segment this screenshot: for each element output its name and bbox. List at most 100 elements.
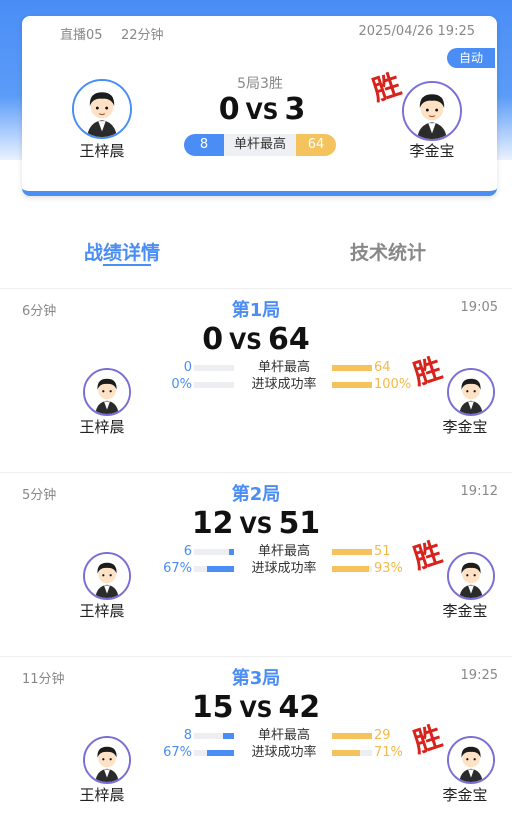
stat-left-value: 67% (163, 561, 192, 576)
player-right-name: 李金宝 (442, 602, 488, 620)
avatar-right[interactable] (447, 368, 495, 416)
stat-right-bar (332, 750, 372, 756)
stat-row: 0 单杆最高 64 (160, 360, 420, 376)
game-card[interactable]: 6分钟 第1局 19:05 0 VS 64 0 单杆最高 64 0% 进球成功率 1… (0, 288, 512, 472)
vs-label: VS (245, 100, 279, 125)
game-score-left: 12 (191, 506, 234, 541)
stat-row: 8 单杆最高 29 (160, 728, 420, 744)
avatar-left[interactable] (83, 368, 131, 416)
highest-break-bar: 8 单杆最高 64 (184, 134, 336, 156)
player-avatar-icon (85, 370, 129, 414)
stat-left-bar (194, 733, 234, 739)
stat-left-bar (194, 750, 234, 756)
vs-label: VS (239, 514, 273, 539)
game-card[interactable]: 11分钟 第3局 19:25 15 VS 42 8 单杆最高 29 67% 进球成功… (0, 656, 512, 815)
stat-row: 6 单杆最高 51 (160, 544, 420, 560)
match-score: 0 VS 3 (182, 92, 342, 127)
stat-right-value: 100% (374, 377, 412, 392)
game-score: 15 VS 42 (156, 690, 356, 725)
match-datetime: 2025/04/26 19:25 (358, 24, 475, 39)
channel-label: 直播05 (60, 28, 103, 43)
game-score-left: 0 (202, 322, 224, 357)
stat-left-value: 8 (183, 728, 192, 743)
player-avatar-icon (449, 370, 493, 414)
stat-right-fill (332, 566, 370, 572)
game-score-right: 42 (278, 690, 321, 725)
stat-right-fill (332, 750, 361, 756)
game-score: 0 VS 64 (156, 322, 356, 357)
stat-left-value: 0 (183, 360, 192, 375)
stat-right-fill (332, 733, 372, 739)
score-right: 3 (284, 92, 306, 127)
player-avatar-icon (449, 738, 493, 782)
tab-active-indicator (103, 264, 151, 266)
stat-label: 单杆最高 (257, 728, 310, 743)
avatar-right[interactable] (447, 552, 495, 600)
avatar-right[interactable] (447, 736, 495, 784)
highest-label: 单杆最高 (224, 134, 296, 156)
highest-left: 8 (184, 134, 224, 156)
player-left-name: 王梓晨 (79, 602, 125, 620)
stat-right-bar (332, 733, 372, 739)
highest-right: 64 (296, 134, 336, 156)
game-score-left: 15 (191, 690, 234, 725)
player-avatar-icon (85, 738, 129, 782)
stat-left-value: 67% (163, 745, 192, 760)
game-score-right: 64 (268, 322, 310, 357)
stat-right-value: 93% (374, 561, 403, 576)
stat-label: 进球成功率 (251, 745, 317, 760)
win-badge: 胜 (368, 67, 405, 108)
game-title: 第2局 (231, 484, 281, 505)
stat-left-bar (194, 566, 234, 572)
player-avatar-icon (74, 81, 130, 137)
stat-left-value: 6 (183, 544, 192, 559)
stat-left-fill (207, 566, 234, 572)
stat-row: 67% 进球成功率 93% (160, 561, 420, 577)
stat-right-fill (332, 382, 372, 388)
player-right-name: 李金宝 (442, 418, 488, 436)
game-score: 12 VS 51 (156, 506, 356, 541)
game-title: 第3局 (231, 668, 281, 689)
match-duration: 22分钟 (121, 28, 164, 43)
stat-left-bar (194, 365, 234, 371)
player-left-name: 王梓晨 (79, 142, 125, 160)
player-left-name: 王梓晨 (79, 786, 125, 804)
vs-label: VS (229, 330, 262, 355)
stat-label: 进球成功率 (251, 377, 317, 392)
vs-label: VS (239, 698, 273, 723)
stat-row: 67% 进球成功率 71% (160, 745, 420, 761)
game-time: 19:05 (460, 300, 498, 315)
avatar-left[interactable] (83, 736, 131, 784)
stat-right-bar (332, 365, 372, 371)
game-duration: 6分钟 (22, 304, 57, 319)
tab-tech-stats[interactable]: 技术统计 (350, 238, 426, 265)
avatar-right[interactable] (402, 81, 462, 141)
player-right-name: 李金宝 (409, 142, 455, 160)
stat-label: 单杆最高 (257, 544, 310, 559)
stat-left-fill (229, 549, 234, 555)
avatar-left[interactable] (83, 552, 131, 600)
avatar-left[interactable] (72, 79, 132, 139)
game-duration: 11分钟 (22, 672, 65, 687)
stat-label: 单杆最高 (257, 360, 310, 375)
player-left-name: 王梓晨 (79, 418, 125, 436)
player-avatar-icon (85, 554, 129, 598)
tab-match-details[interactable]: 战绩详情 (84, 238, 160, 265)
auto-button[interactable]: 自动 (447, 48, 495, 68)
game-duration: 5分钟 (22, 488, 57, 503)
stat-left-bar (194, 382, 234, 388)
game-time: 19:12 (460, 484, 498, 499)
stat-right-bar (332, 382, 372, 388)
stat-label: 进球成功率 (251, 561, 317, 576)
match-summary-card: 直播05 22分钟 2025/04/26 19:25 自动 王梓晨 李金宝 胜 … (22, 16, 497, 196)
stat-right-bar (332, 566, 372, 572)
player-avatar-icon (449, 554, 493, 598)
stat-left-value: 0% (171, 377, 192, 392)
stat-right-fill (332, 365, 372, 371)
stat-left-fill (207, 750, 234, 756)
game-card[interactable]: 5分钟 第2局 19:12 12 VS 51 6 单杆最高 51 67% 进球成功率… (0, 472, 512, 656)
game-score-right: 51 (278, 506, 321, 541)
match-format: 5局3胜 (237, 76, 283, 92)
stat-right-bar (332, 549, 372, 555)
stat-row: 0% 进球成功率 100% (160, 377, 420, 393)
